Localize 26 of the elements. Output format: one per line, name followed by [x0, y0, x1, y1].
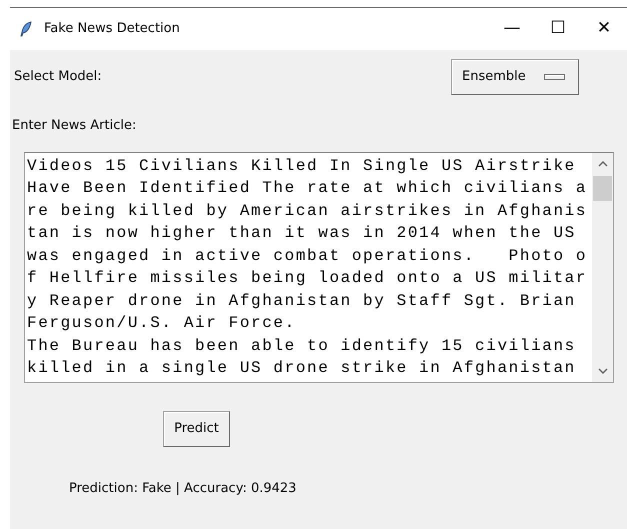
- scrollbar[interactable]: [592, 152, 613, 382]
- minimize-button[interactable]: —: [489, 8, 535, 50]
- window-title: Fake News Detection: [44, 20, 180, 38]
- article-text-line: was engaged in active combat operations. Photo o: [27, 246, 588, 266]
- article-text-area[interactable]: [24, 152, 614, 382]
- maximize-button[interactable]: ☐: [535, 8, 581, 50]
- field-label: Select Model:: [14, 68, 102, 86]
- field-label: Enter News Article:: [12, 117, 136, 135]
- scrollbar-thumb[interactable]: [593, 176, 612, 200]
- article-text-line: re being killed by American airstrikes in Afghanis: [27, 200, 588, 222]
- feather-icon: [20, 21, 32, 37]
- prediction-result: Prediction: Fake | Accuracy: 0.9423: [69, 480, 296, 498]
- article-text-line: y Reaper drone in Afghanistan by Staff Sgt. Brian: [27, 290, 576, 312]
- article-text-line: tan is now higher than it was in 2014 when the US: [27, 223, 576, 244]
- dropdown-indicator-icon: [544, 74, 565, 80]
- article-text-line: Videos 15 Civilians Killed In Single US Airstrike: [27, 156, 576, 176]
- article-text-line: f Hellfire missiles being loaded onto a US militar: [27, 268, 588, 289]
- article-text-line: Ferguson/U.S. Air Force.: [27, 313, 296, 334]
- predict-button[interactable]: Predict: [163, 410, 230, 446]
- article-text-line: Have Been Identified The rate at which civilians a: [27, 178, 588, 199]
- article-text-line: killed in a single US drone strike in Afghanistan: [27, 358, 576, 379]
- model-dropdown[interactable]: Ensemble: [451, 59, 579, 95]
- article-text-line: The Bureau has been able to identify 15 civilians: [27, 336, 576, 356]
- scroll-down-icon[interactable]: [598, 368, 608, 374]
- scroll-up-icon[interactable]: [598, 160, 608, 166]
- close-button[interactable]: ✕: [581, 8, 627, 50]
